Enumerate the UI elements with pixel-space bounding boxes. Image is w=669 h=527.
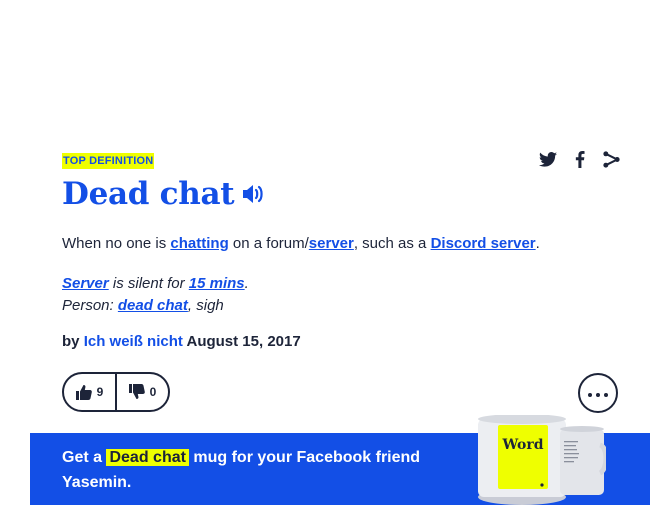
meaning-link-discord-server[interactable]: Discord server: [431, 235, 536, 252]
downvote-button[interactable]: 0: [117, 374, 168, 410]
mug-promo-banner[interactable]: Get a Dead chat mug for your Facebook fr…: [30, 415, 650, 505]
more-options-button[interactable]: [578, 373, 618, 413]
thumbs-down-icon: [128, 384, 145, 399]
post-date: August 15, 2017: [182, 333, 301, 350]
example-link-dead-chat[interactable]: dead chat: [118, 297, 188, 314]
example-link-15-mins[interactable]: 15 mins: [189, 275, 245, 292]
more-icon: [586, 384, 610, 402]
meaning-link-server[interactable]: server: [309, 235, 354, 252]
definition-meaning: When no one is chatting on a forum/serve…: [62, 235, 540, 252]
definition-example: Server is silent for 15 mins. Person: de…: [62, 273, 249, 317]
word-title[interactable]: Dead chat: [62, 176, 235, 212]
mug-label: Word: [501, 437, 543, 453]
example-link-server[interactable]: Server: [62, 275, 109, 292]
meaning-link-chatting[interactable]: chatting: [170, 235, 228, 252]
share-icon[interactable]: [602, 150, 621, 169]
share-bar: [538, 150, 621, 169]
upvote-count: 9: [96, 385, 104, 399]
example-line-2: Person: dead chat, sigh: [62, 297, 224, 314]
upvote-button[interactable]: 9: [64, 374, 117, 410]
top-definition-badge: TOP DEFINITION: [62, 153, 155, 169]
speaker-icon[interactable]: [242, 183, 264, 205]
definition-header: Dead chat: [62, 176, 264, 212]
twitter-icon[interactable]: [538, 150, 557, 169]
thumbs-up-icon: [75, 385, 92, 400]
mug-promo-word: Dead chat: [106, 449, 189, 466]
mug-promo-text: Get a Dead chat mug for your Facebook fr…: [62, 449, 421, 491]
downvote-count: 0: [149, 385, 157, 399]
example-line-1: Server is silent for 15 mins.: [62, 275, 249, 292]
mug-image: Word: [478, 415, 606, 505]
vote-control: 9 0: [62, 372, 170, 412]
contributor: by Ich weiß nicht August 15, 2017: [62, 333, 301, 350]
facebook-icon[interactable]: [570, 150, 589, 169]
author-link[interactable]: Ich weiß nicht: [84, 333, 183, 350]
